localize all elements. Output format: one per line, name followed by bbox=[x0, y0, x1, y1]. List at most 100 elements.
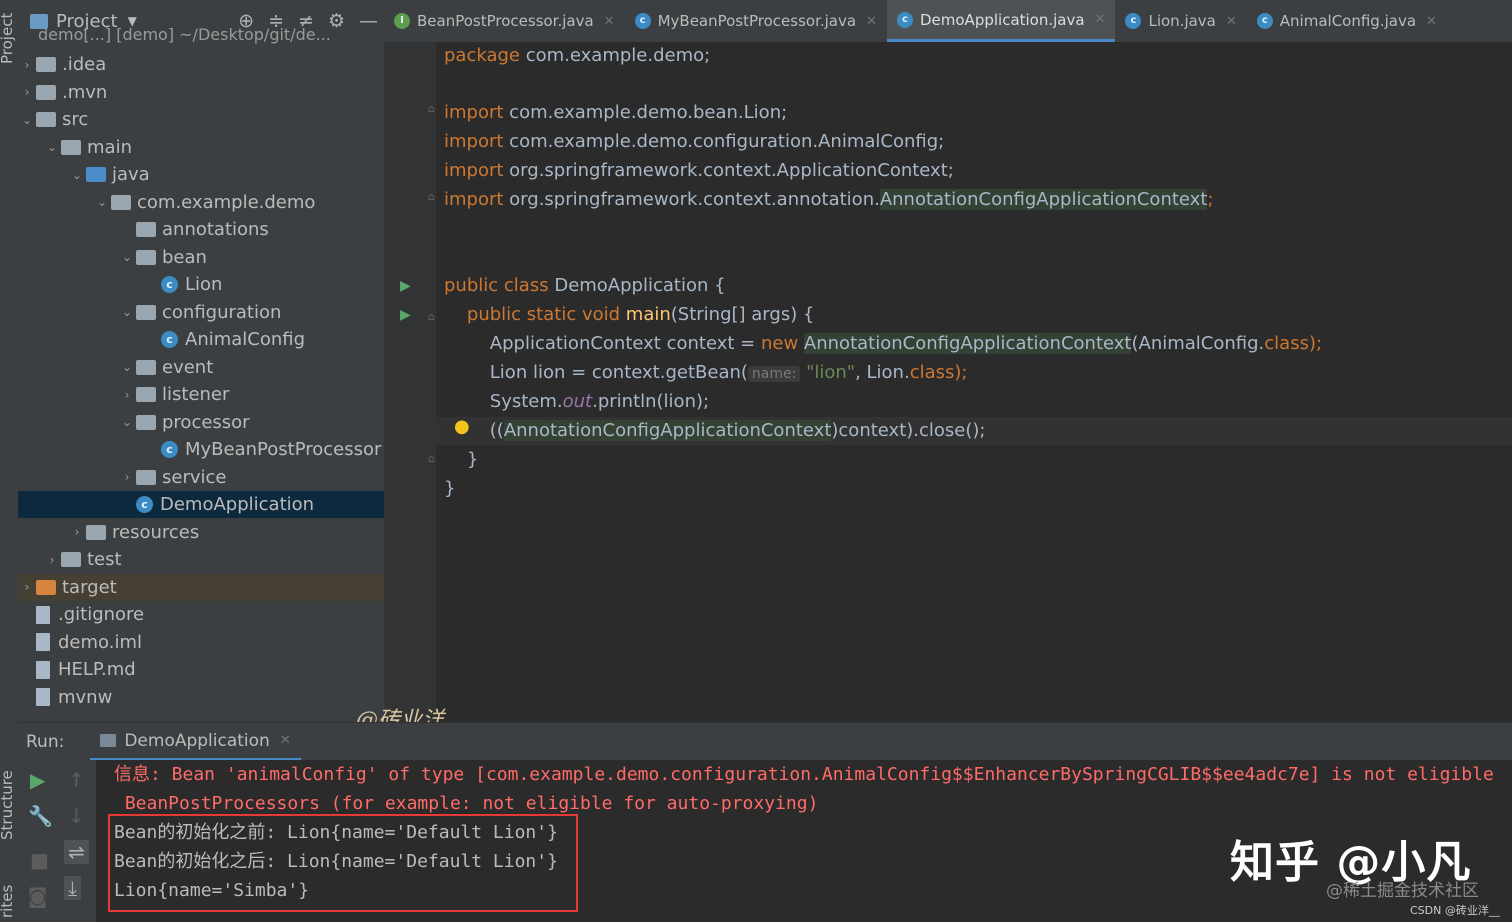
run-class-icon[interactable]: ▶ bbox=[400, 278, 411, 294]
close-icon[interactable]: ✕ bbox=[1426, 14, 1437, 29]
tree-item-demoapplication[interactable]: c DemoApplication bbox=[18, 491, 384, 518]
chevron-right-icon[interactable]: › bbox=[18, 85, 36, 99]
favorites-tool-button[interactable]: rites bbox=[0, 885, 16, 918]
fold-icon[interactable]: ⌂ bbox=[428, 102, 435, 115]
tree-item-annotations[interactable]: annotations bbox=[18, 216, 384, 243]
editor-tab-lion[interactable]: c Lion.java ✕ bbox=[1115, 0, 1246, 42]
file-icon bbox=[36, 605, 50, 624]
wrench-icon[interactable]: 🔧 bbox=[28, 804, 53, 828]
up-arrow-icon[interactable]: ↑ bbox=[68, 768, 85, 792]
project-tool-button[interactable]: Project bbox=[0, 13, 16, 64]
fold-icon[interactable]: ⌂ bbox=[428, 190, 435, 203]
code-text: .println(lion); bbox=[592, 391, 710, 412]
close-icon[interactable]: ✕ bbox=[604, 14, 615, 29]
scroll-to-end-icon[interactable]: ⤓ bbox=[64, 876, 81, 900]
file-icon bbox=[36, 633, 50, 651]
run-tab-demoapplication[interactable]: DemoApplication ✕ bbox=[90, 723, 301, 761]
tree-item-service[interactable]: › service bbox=[18, 464, 384, 491]
code-editor[interactable]: package com.example.demo; import com.exa… bbox=[436, 42, 1512, 722]
tree-item-label: HELP.md bbox=[58, 659, 136, 680]
chevron-right-icon[interactable]: › bbox=[118, 388, 136, 402]
tree-item-label: src bbox=[62, 109, 89, 130]
rerun-icon[interactable]: ▶ bbox=[30, 768, 45, 792]
tree-item-mybeanpostprocessor[interactable]: c MyBeanPostProcessor bbox=[18, 436, 384, 463]
tree-item-idea[interactable]: › .idea bbox=[18, 51, 384, 78]
semicolon: ; bbox=[1207, 189, 1214, 210]
close-icon[interactable]: ✕ bbox=[280, 733, 291, 748]
class-icon: c bbox=[1125, 13, 1142, 29]
tree-item-configuration[interactable]: ⌄ configuration bbox=[18, 299, 384, 326]
chevron-right-icon[interactable]: › bbox=[43, 553, 61, 567]
tree-item-java[interactable]: ⌄ java bbox=[18, 161, 384, 188]
tree-item-main[interactable]: ⌄ main bbox=[18, 134, 384, 161]
tree-item-target[interactable]: › target bbox=[18, 573, 384, 601]
run-toolbar: ▶ ↑ 🔧 ↓ ■ ⇌ ◙ ⤓ bbox=[18, 760, 96, 922]
package-name: com.example.demo; bbox=[525, 45, 711, 66]
chevron-down-icon[interactable]: ⌄ bbox=[68, 168, 86, 182]
editor-tab-animalconfig[interactable]: c AnimalConfig.java ✕ bbox=[1247, 0, 1447, 42]
tree-item-processor[interactable]: ⌄ processor bbox=[18, 409, 384, 436]
structure-tool-button[interactable]: Structure bbox=[0, 770, 16, 840]
import-path: com.example.demo.bean.Lion; bbox=[509, 102, 788, 123]
lightbulb-icon[interactable]: ● bbox=[454, 416, 470, 437]
tree-item-listener[interactable]: › listener bbox=[18, 381, 384, 408]
tree-item-demo-iml[interactable]: demo.iml bbox=[18, 629, 384, 656]
camera-icon[interactable]: ◙ bbox=[28, 884, 47, 908]
tree-item-mvnw[interactable]: mvnw bbox=[18, 684, 384, 711]
tree-item-help-md[interactable]: HELP.md bbox=[18, 656, 384, 683]
fold-icon[interactable]: ⌂ bbox=[428, 310, 435, 323]
keyword: public bbox=[444, 275, 499, 296]
tree-item-label: resources bbox=[112, 521, 200, 543]
folder-icon bbox=[86, 524, 106, 540]
tree-item-lion[interactable]: c Lion bbox=[18, 271, 384, 298]
chevron-right-icon[interactable]: › bbox=[18, 580, 36, 594]
tree-item-animalconfig[interactable]: c AnimalConfig bbox=[18, 326, 384, 353]
tree-item-src[interactable]: ⌄ src bbox=[18, 106, 384, 133]
csdn-watermark: CSDN @砖业洋__ bbox=[1410, 904, 1500, 917]
chevron-down-icon[interactable]: ⌄ bbox=[18, 113, 36, 127]
soft-wrap-icon[interactable]: ⇌ bbox=[64, 840, 89, 864]
code-line-import: import org.springframework.context.Appli… bbox=[444, 157, 954, 185]
code-text: Lion lion = context.getBean( bbox=[489, 362, 748, 383]
code-text: System. bbox=[489, 391, 563, 412]
stop-icon[interactable]: ■ bbox=[30, 848, 49, 872]
tab-label: DemoApplication.java bbox=[919, 10, 1085, 29]
chevron-down-icon[interactable]: ⌄ bbox=[118, 305, 136, 319]
interface-icon: I bbox=[394, 13, 410, 29]
class-icon: c bbox=[1256, 13, 1273, 29]
chevron-down-icon[interactable]: ⌄ bbox=[118, 250, 136, 264]
close-icon[interactable]: ✕ bbox=[1095, 12, 1106, 27]
run-main-icon[interactable]: ▶ bbox=[400, 307, 411, 323]
tree-item-label: .gitignore bbox=[58, 604, 145, 625]
tab-label: MyBeanPostProcessor.java bbox=[657, 12, 857, 30]
chevron-down-icon[interactable]: ⌄ bbox=[93, 195, 111, 209]
tree-item-label: Lion bbox=[185, 274, 223, 295]
tree-item-label: com.example.demo bbox=[137, 191, 316, 213]
tree-item-gitignore[interactable]: .gitignore bbox=[18, 601, 384, 628]
import-path: org.springframework.context.ApplicationC… bbox=[509, 160, 954, 181]
chevron-right-icon[interactable]: › bbox=[18, 58, 36, 72]
editor-tab-beanpostprocessor[interactable]: I BeanPostProcessor.java ✕ bbox=[384, 0, 625, 42]
project-root-row[interactable]: demo[...] [demo] ~/Desktop/git/de... bbox=[18, 24, 384, 44]
tree-item-resources[interactable]: › resources bbox=[18, 519, 384, 546]
editor-tab-demoapplication[interactable]: c DemoApplication.java ✕ bbox=[886, 0, 1116, 42]
tree-item-event[interactable]: ⌄ event bbox=[18, 354, 384, 381]
tree-item-test[interactable]: › test bbox=[18, 546, 384, 573]
code-line-close: ((AnnotationConfigApplicationContext)con… bbox=[436, 417, 1512, 445]
chevron-down-icon[interactable]: ⌄ bbox=[118, 415, 136, 429]
fold-icon[interactable]: ⌂ bbox=[428, 452, 435, 465]
chevron-right-icon[interactable]: › bbox=[68, 525, 86, 539]
close-icon[interactable]: ✕ bbox=[1226, 14, 1237, 29]
chevron-right-icon[interactable]: › bbox=[118, 470, 136, 484]
tree-item-com-example-demo[interactable]: ⌄ com.example.demo bbox=[18, 189, 384, 216]
tab-label: AnimalConfig.java bbox=[1279, 12, 1417, 30]
close-icon[interactable]: ✕ bbox=[866, 14, 877, 29]
folder-icon bbox=[61, 552, 81, 567]
down-arrow-icon[interactable]: ↓ bbox=[68, 804, 85, 828]
tree-item-label: configuration bbox=[162, 301, 282, 323]
tree-item-bean[interactable]: ⌄ bean bbox=[18, 244, 384, 271]
chevron-down-icon[interactable]: ⌄ bbox=[43, 140, 61, 154]
editor-tab-mybeanpostprocessor[interactable]: c MyBeanPostProcessor.java ✕ bbox=[625, 0, 887, 42]
tree-item-mvn[interactable]: › .mvn bbox=[18, 79, 384, 106]
chevron-down-icon[interactable]: ⌄ bbox=[118, 360, 136, 374]
